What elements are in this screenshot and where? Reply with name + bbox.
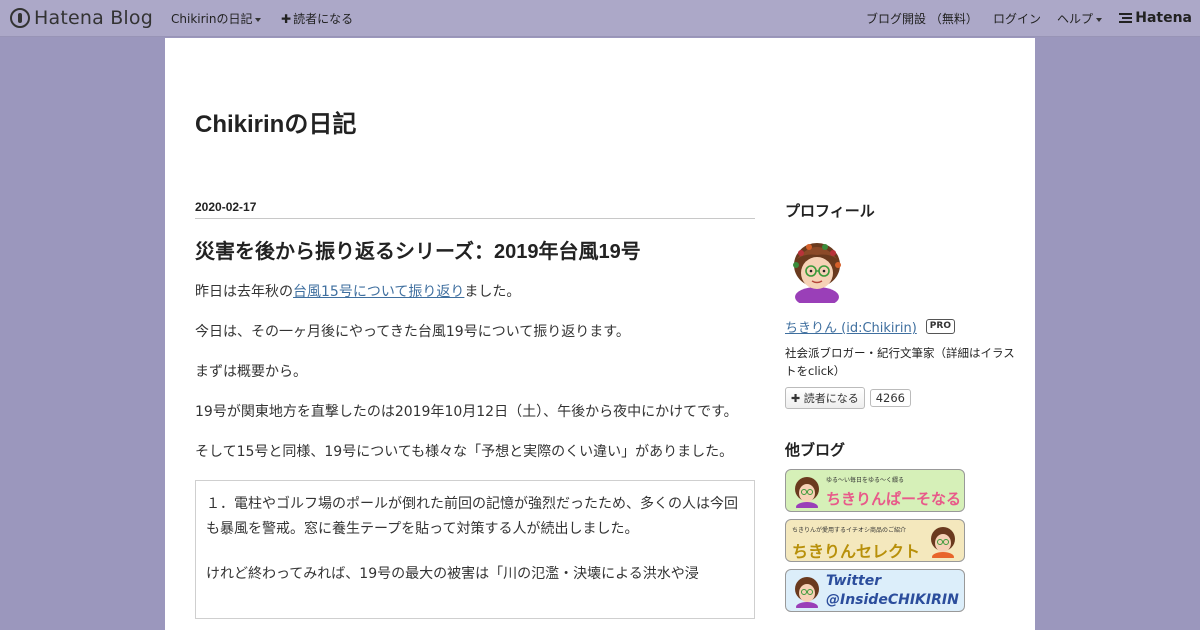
banner-subtitle: ちきりんが愛用するイチオシ商品のご紹介 (792, 527, 907, 534)
quote-paragraph: けれど終わってみれば、19号の最大の被害は「川の氾濫・決壊による洪水や浸 (206, 566, 699, 582)
subscribe-button[interactable]: ✚ 読者になる (785, 387, 865, 409)
sidebar: プロフィール ちきりん (id:Chikirin) PRO 社会派ブロガー・紀行… (785, 200, 1015, 612)
other-blogs: 他ブログ ゆる〜い毎日をゆる〜く綴る ちきりんぱーそなる ちきりんが愛用するイチ… (785, 439, 1015, 612)
entry: 2020-02-17 災害を後から振り返るシリーズ：2019年台風19号 昨日は… (195, 200, 755, 619)
banner-title: Twitter @InsideCHIKIRIN (826, 573, 959, 608)
paragraph: 今日は、その一ヶ月後にやってきた台風19号について振り返ります。 (195, 324, 630, 340)
chikirin-face-icon (795, 477, 819, 508)
other-blogs-title: 他ブログ (785, 442, 846, 459)
quote-box: １．電柱やゴルフ場のポールが倒れた前回の記憶が強烈だったため、多くの人は今回も暴… (195, 480, 755, 619)
profile-name-link[interactable]: ちきりん (id:Chikirin) (785, 317, 917, 336)
chevron-down-icon (255, 17, 262, 22)
chikirin-face-icon (931, 527, 955, 558)
profile-id: ちきりん (id:Chikirin) PRO (785, 317, 1015, 336)
blog-container: Chikirinの日記 2020-02-17 災害を後から振り返るシリーズ：20… (165, 38, 1035, 630)
subscribe-link[interactable]: ✚ 読者になる (281, 10, 353, 27)
banner-title: ちきりんセレクト (792, 542, 921, 561)
chikirin-face-icon (795, 577, 819, 608)
logo-text: Hatena Blog (34, 7, 153, 29)
global-header: Hatena Blog Chikirinの日記 ✚ 読者になる ブログ開設 （無料… (0, 0, 1200, 37)
reader-count[interactable]: 4266 (869, 389, 911, 407)
entry-body: 昨日は去年秋の台風15号について振り返りました。 今日は、その一ヶ月後にやってき… (195, 280, 755, 619)
subscribe-button-label: 読者になる (803, 392, 859, 405)
profile-description: 社会派ブロガー・紀行文筆家（詳細はイラストをclick） (785, 346, 1015, 378)
profile-avatar-icon[interactable] (785, 239, 849, 307)
help-label: ヘルプ (1057, 12, 1094, 26)
banner-twitter[interactable]: Twitter @InsideCHIKIRIN (785, 569, 965, 612)
entry-date[interactable]: 2020-02-17 (195, 200, 755, 219)
blog-menu[interactable]: Chikirinの日記 (171, 10, 262, 27)
paragraph: 19号が関東地方を直撃したのは2019年10月12日（土）、午後から夜中にかけて… (195, 404, 738, 420)
paragraph-text: ました。 (464, 284, 521, 300)
quote-paragraph: １．電柱やゴルフ場のポールが倒れた前回の記憶が強烈だったため、多くの人は今回も暴… (206, 496, 738, 537)
paragraph: そして15号と同様、19号についても様々な「予想と実際のくい違い」がありました。 (195, 444, 734, 460)
banner-subtitle: ゆる〜い毎日をゆる〜く綴る (826, 477, 905, 484)
login-link[interactable]: ログイン (993, 10, 1041, 27)
reader-row: ✚ 読者になる 4266 (785, 387, 1015, 409)
hatena-link[interactable]: Hatena (1119, 10, 1192, 26)
hatena-label: Hatena (1135, 10, 1192, 26)
entry-link[interactable]: 台風15号について振り返り (293, 284, 464, 300)
paragraph-text: 昨日は去年秋の (195, 284, 293, 300)
hatena-blog-logo-icon (10, 8, 30, 28)
help-menu[interactable]: ヘルプ (1057, 10, 1103, 27)
profile-title: プロフィール (785, 203, 875, 220)
subscribe-label: 読者になる (293, 12, 354, 26)
banner-title: ちきりんぱーそなる (826, 490, 962, 508)
plus-icon: ✚ (791, 392, 804, 405)
chevron-down-icon (1096, 17, 1103, 22)
blog-menu-label: Chikirinの日記 (171, 12, 253, 26)
pro-badge[interactable]: PRO (925, 319, 955, 334)
paragraph: まずは概要から。 (195, 364, 307, 380)
hatena-icon (1119, 11, 1133, 25)
blog-title[interactable]: Chikirinの日記 (195, 104, 356, 139)
entry-title[interactable]: 災害を後から振り返るシリーズ：2019年台風19号 (195, 235, 755, 264)
paragraph: 昨日は去年秋の台風15号について振り返りました。 (195, 280, 755, 305)
banner-chikirin-personal[interactable]: ゆる〜い毎日をゆる〜く綴る ちきりんぱーそなる (785, 469, 965, 512)
plus-icon: ✚ (281, 12, 292, 26)
start-blog-link[interactable]: ブログ開設 （無料） (866, 10, 978, 27)
hatena-blog-logo[interactable]: Hatena Blog (10, 7, 153, 29)
banner-chikirin-select[interactable]: ちきりんが愛用するイチオシ商品のご紹介 ちきりんセレクト (785, 519, 965, 562)
